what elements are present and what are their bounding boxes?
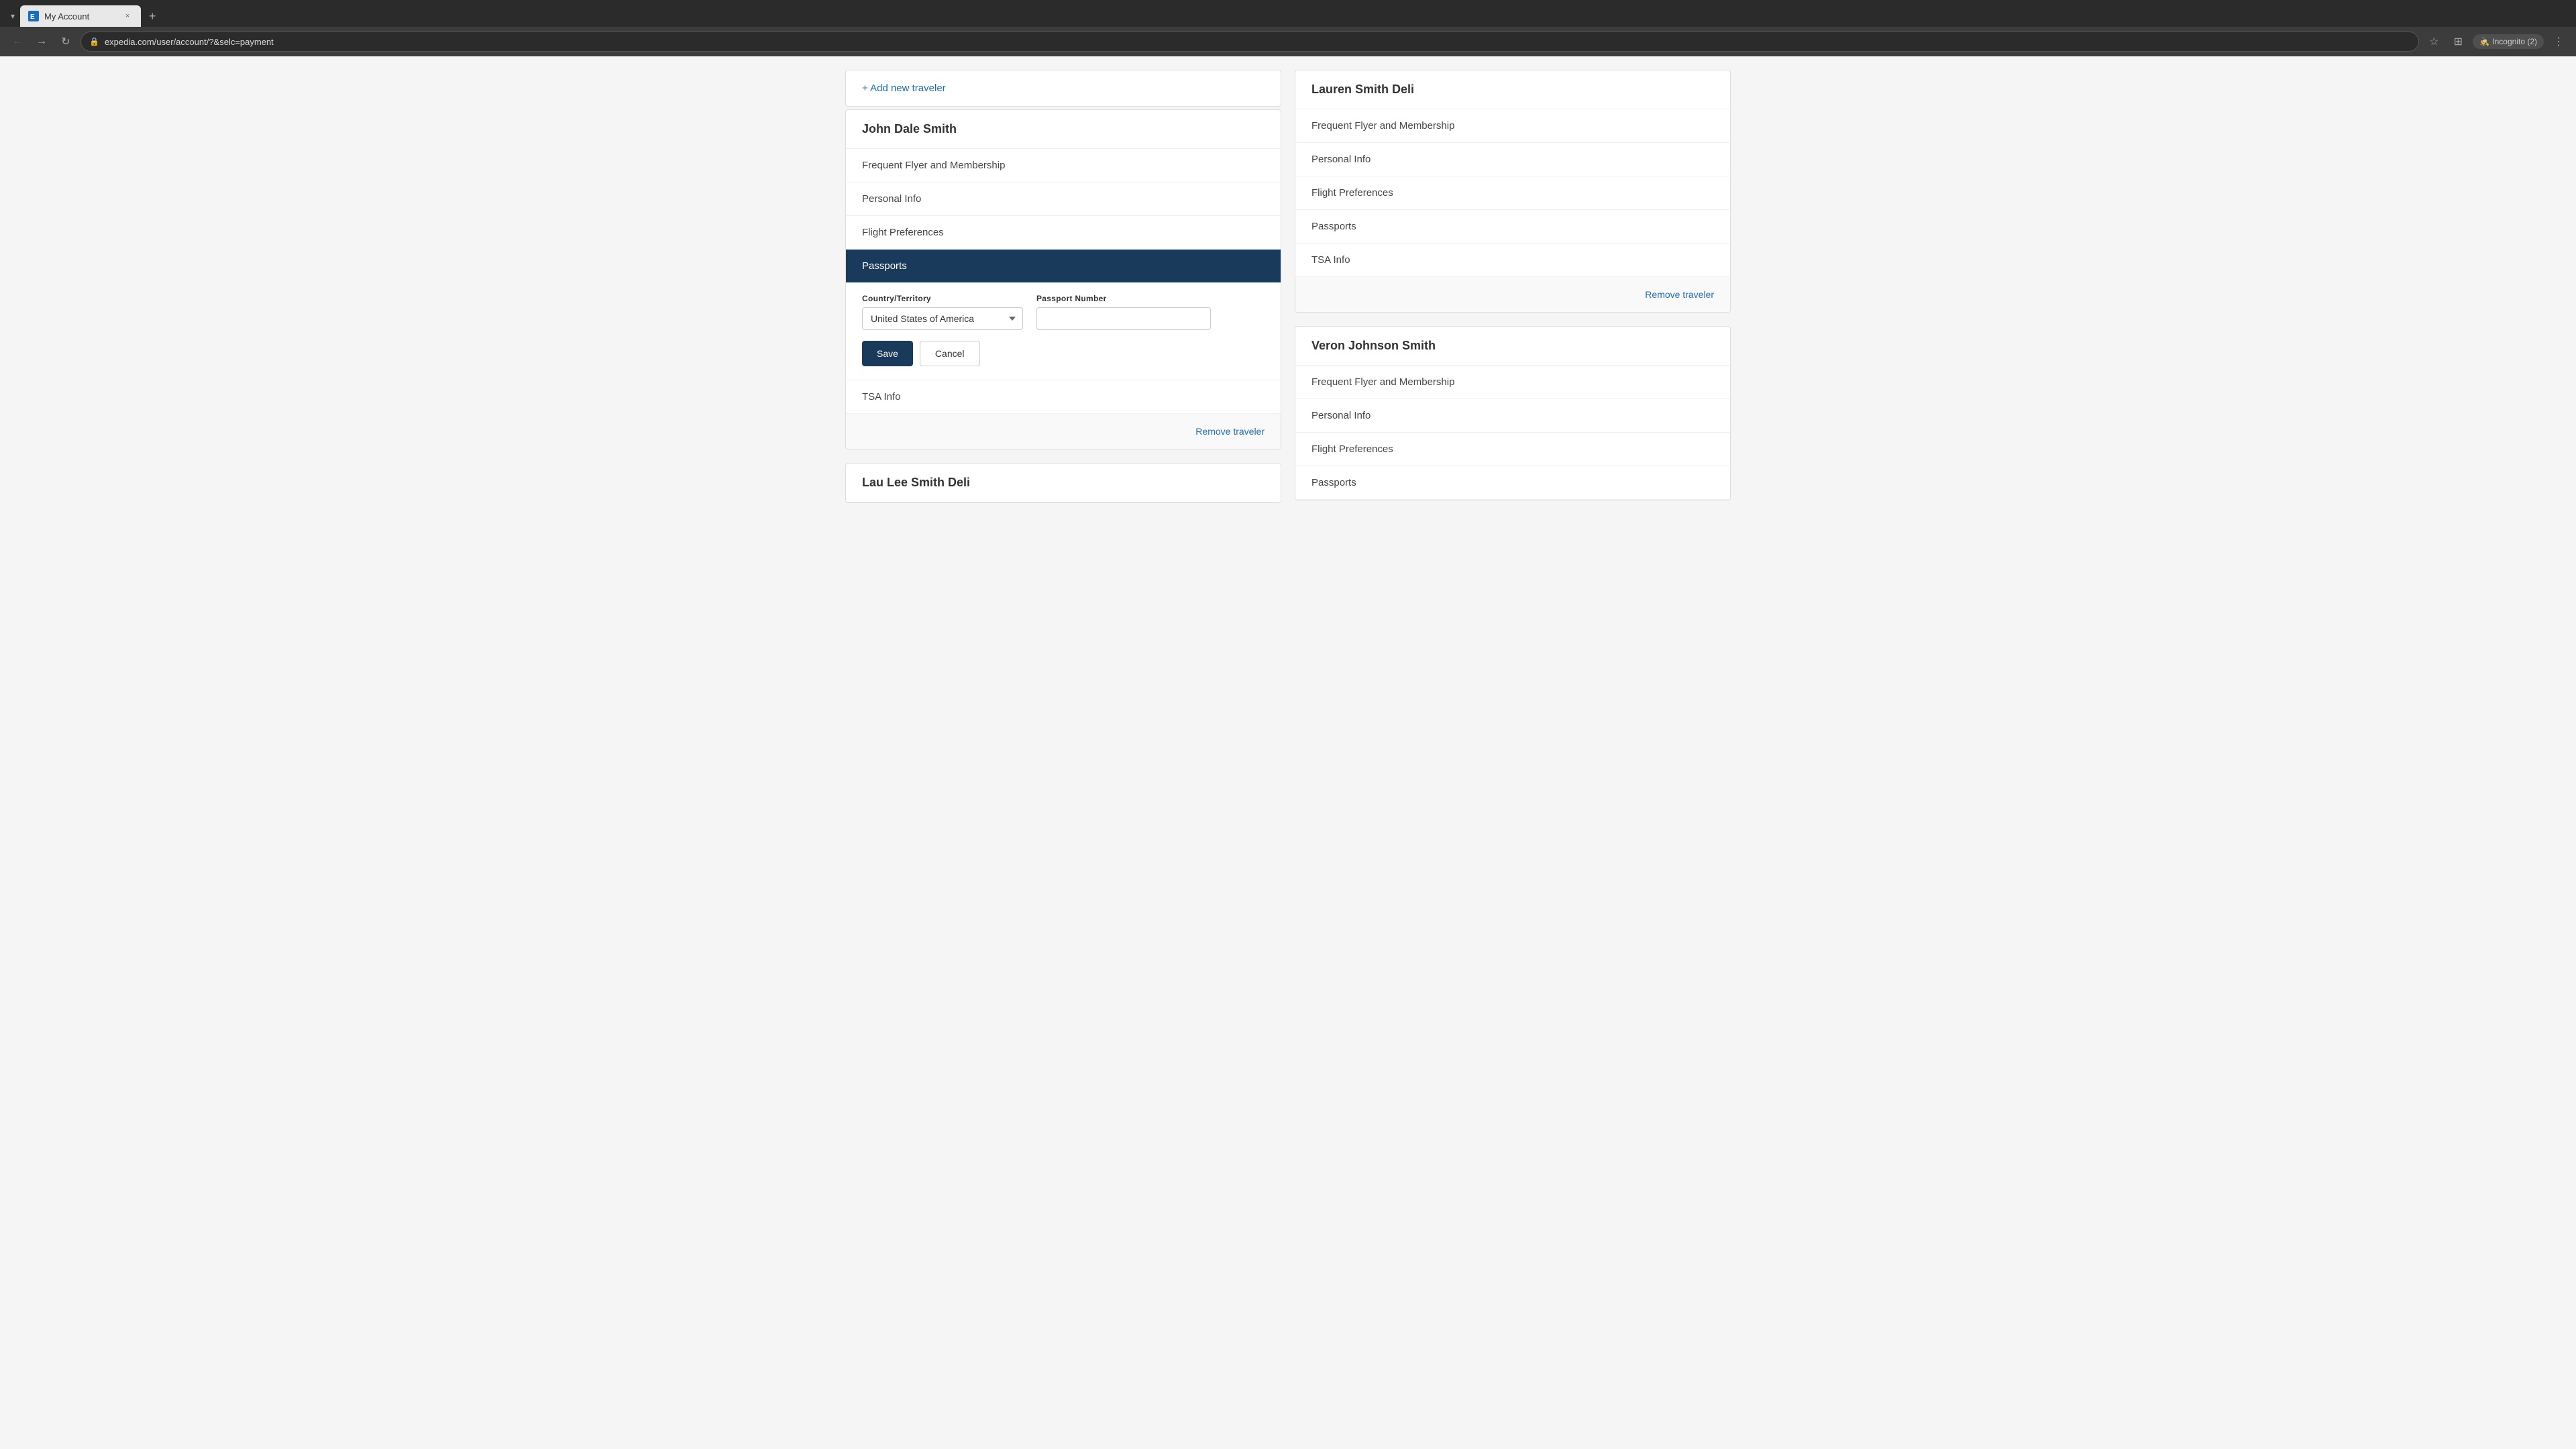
menu-item-flight-prefs-john[interactable]: Flight Preferences [846, 216, 1281, 250]
menu-item-personal-info-john[interactable]: Personal Info [846, 182, 1281, 216]
tab-close-btn[interactable]: × [122, 11, 133, 21]
menu-item-flight-prefs-veron[interactable]: Flight Preferences [1295, 433, 1730, 466]
browser-toolbar: ← → ↻ 🔒 expedia.com/user/account/?&selc=… [0, 27, 2576, 56]
reload-btn[interactable]: ↻ [56, 32, 75, 51]
add-traveler-banner: + Add new traveler [845, 70, 1281, 107]
tab-favicon: E [28, 11, 39, 21]
tab-expand-btn[interactable]: ▾ [5, 9, 20, 23]
menu-item-passports-john[interactable]: Passports [846, 250, 1281, 283]
browser-chrome: ▾ E My Account × + ← → ↻ 🔒 expedia.com/u… [0, 0, 2576, 56]
save-button[interactable]: Save [862, 341, 913, 366]
content-wrapper: + Add new traveler John Dale Smith Frequ… [818, 56, 1758, 517]
remove-traveler-row-john: Remove traveler [846, 414, 1281, 449]
left-column: + Add new traveler John Dale Smith Frequ… [845, 70, 1281, 503]
url-text: expedia.com/user/account/?&selc=payment [105, 37, 2410, 47]
menu-item-personal-info-lauren[interactable]: Personal Info [1295, 143, 1730, 176]
right-column: Lauren Smith Deli Frequent Flyer and Mem… [1295, 70, 1731, 503]
lock-icon: 🔒 [89, 37, 99, 46]
remove-traveler-link-lauren[interactable]: Remove traveler [1645, 289, 1714, 300]
menu-item-frequent-flyer-john[interactable]: Frequent Flyer and Membership [846, 149, 1281, 182]
tab-label: My Account [44, 11, 117, 21]
country-label: Country/Territory [862, 294, 1023, 303]
forward-btn[interactable]: → [32, 32, 51, 51]
passport-form-row: Country/Territory United States of Ameri… [862, 294, 1265, 330]
incognito-icon: 🕵 [2479, 37, 2489, 46]
remove-traveler-row-lauren: Remove traveler [1295, 277, 1730, 312]
menu-item-tsa-lauren[interactable]: TSA Info [1295, 244, 1730, 277]
cancel-button[interactable]: Cancel [920, 341, 980, 366]
incognito-label: Incognito (2) [2492, 37, 2537, 46]
address-bar[interactable]: 🔒 expedia.com/user/account/?&selc=paymen… [80, 32, 2419, 52]
passport-form-actions: Save Cancel [862, 341, 1265, 366]
menu-item-personal-info-veron[interactable]: Personal Info [1295, 399, 1730, 433]
back-btn[interactable]: ← [8, 32, 27, 51]
country-group: Country/Territory United States of Ameri… [862, 294, 1023, 330]
add-traveler-link[interactable]: + Add new traveler [862, 83, 946, 94]
menu-item-passports-veron[interactable]: Passports [1295, 466, 1730, 500]
extensions-btn[interactable]: ⊞ [2449, 32, 2467, 51]
bookmark-btn[interactable]: ☆ [2424, 32, 2443, 51]
traveler-name-john: John Dale Smith [846, 110, 1281, 149]
menu-item-frequent-flyer-lauren[interactable]: Frequent Flyer and Membership [1295, 109, 1730, 143]
passport-number-group: Passport Number [1036, 294, 1211, 330]
menu-item-passports-lauren[interactable]: Passports [1295, 210, 1730, 244]
traveler-card-john: John Dale Smith Frequent Flyer and Membe… [845, 109, 1281, 449]
new-tab-btn[interactable]: + [144, 7, 162, 26]
page-content: + Add new traveler John Dale Smith Frequ… [0, 56, 2576, 1449]
menu-btn[interactable]: ⋮ [2549, 32, 2568, 51]
traveler-name-lau-lee: Lau Lee Smith Deli [846, 464, 1281, 502]
browser-tab-active[interactable]: E My Account × [20, 5, 141, 27]
traveler-card-lau-lee: Lau Lee Smith Deli [845, 463, 1281, 503]
traveler-card-veron: Veron Johnson Smith Frequent Flyer and M… [1295, 326, 1731, 500]
passport-number-input[interactable] [1036, 307, 1211, 330]
passport-form-john: Country/Territory United States of Ameri… [846, 283, 1281, 380]
menu-item-frequent-flyer-veron[interactable]: Frequent Flyer and Membership [1295, 366, 1730, 399]
remove-traveler-link-john[interactable]: Remove traveler [1195, 426, 1265, 437]
menu-item-flight-prefs-lauren[interactable]: Flight Preferences [1295, 176, 1730, 210]
incognito-btn[interactable]: 🕵 Incognito (2) [2473, 34, 2544, 49]
traveler-card-lauren: Lauren Smith Deli Frequent Flyer and Mem… [1295, 70, 1731, 313]
passport-number-label: Passport Number [1036, 294, 1211, 303]
country-select[interactable]: United States of America [862, 307, 1023, 330]
menu-item-tsa-john[interactable]: TSA Info [846, 380, 1281, 414]
browser-tabs: ▾ E My Account × + [0, 0, 2576, 27]
traveler-name-veron: Veron Johnson Smith [1295, 327, 1730, 366]
traveler-name-lauren: Lauren Smith Deli [1295, 70, 1730, 109]
svg-text:E: E [30, 13, 35, 21]
